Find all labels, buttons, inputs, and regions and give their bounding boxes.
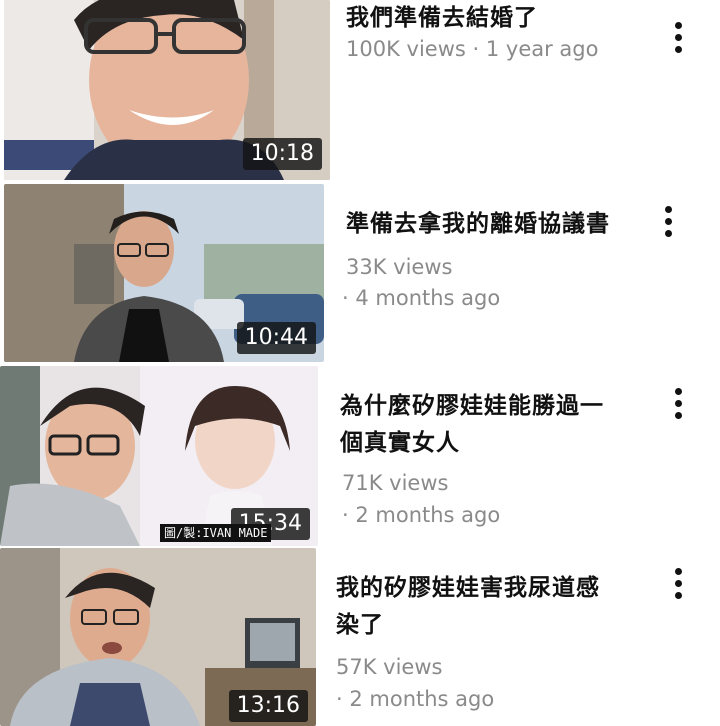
video-item[interactable]: 10:18 我們準備去結婚了 100K views · 1 year ago bbox=[0, 0, 720, 182]
more-vert-icon[interactable] bbox=[675, 22, 685, 62]
video-age: · 2 months ago bbox=[336, 687, 495, 711]
video-title[interactable]: 我們準備去結婚了 bbox=[346, 0, 538, 37]
meta-separator: · bbox=[472, 37, 486, 61]
video-thumbnail[interactable]: 15:34 圖/製:IVAN MADE bbox=[0, 366, 318, 546]
video-thumbnail[interactable]: 10:18 bbox=[4, 0, 330, 180]
video-thumbnail[interactable]: 10:44 bbox=[4, 184, 324, 362]
video-views: 100K views bbox=[346, 37, 466, 61]
video-title[interactable]: 為什麼矽膠娃娃能勝過一 個真實女人 bbox=[340, 388, 604, 462]
video-views: 57K views bbox=[336, 655, 443, 679]
video-duration: 10:44 bbox=[236, 322, 316, 354]
video-meta: 100K views · 1 year ago bbox=[346, 34, 598, 64]
video-duration: 10:18 bbox=[242, 138, 322, 170]
video-age: 1 year ago bbox=[485, 37, 599, 61]
video-thumbnail[interactable]: 13:16 bbox=[0, 548, 316, 726]
video-views: 71K views bbox=[342, 471, 449, 495]
video-title-line: 個真實女人 bbox=[340, 430, 460, 456]
video-duration: 13:16 bbox=[228, 690, 308, 722]
video-title[interactable]: 我的矽膠娃娃害我尿道感 染了 bbox=[336, 570, 600, 644]
video-title-line: 為什麼矽膠娃娃能勝過一 bbox=[340, 393, 604, 419]
video-title[interactable]: 準備去拿我的離婚協議書 bbox=[346, 206, 610, 243]
image-credit: 圖/製:IVAN MADE bbox=[160, 524, 272, 542]
video-item[interactable]: 15:34 圖/製:IVAN MADE 為什麼矽膠娃娃能勝過一 個真實女人 71… bbox=[0, 366, 720, 546]
more-vert-icon[interactable] bbox=[675, 568, 685, 608]
video-title-line: 染了 bbox=[336, 612, 384, 638]
video-age: · 4 months ago bbox=[342, 286, 501, 310]
video-title-line: 我的矽膠娃娃害我尿道感 bbox=[336, 575, 600, 601]
video-item[interactable]: 13:16 我的矽膠娃娃害我尿道感 染了 57K views · 2 month… bbox=[0, 548, 720, 726]
video-views: 33K views bbox=[346, 255, 453, 279]
more-vert-icon[interactable] bbox=[675, 388, 685, 428]
video-age: · 2 months ago bbox=[342, 503, 501, 527]
more-vert-icon[interactable] bbox=[665, 206, 675, 246]
video-item[interactable]: 10:44 準備去拿我的離婚協議書 33K views · 4 months a… bbox=[0, 184, 720, 364]
